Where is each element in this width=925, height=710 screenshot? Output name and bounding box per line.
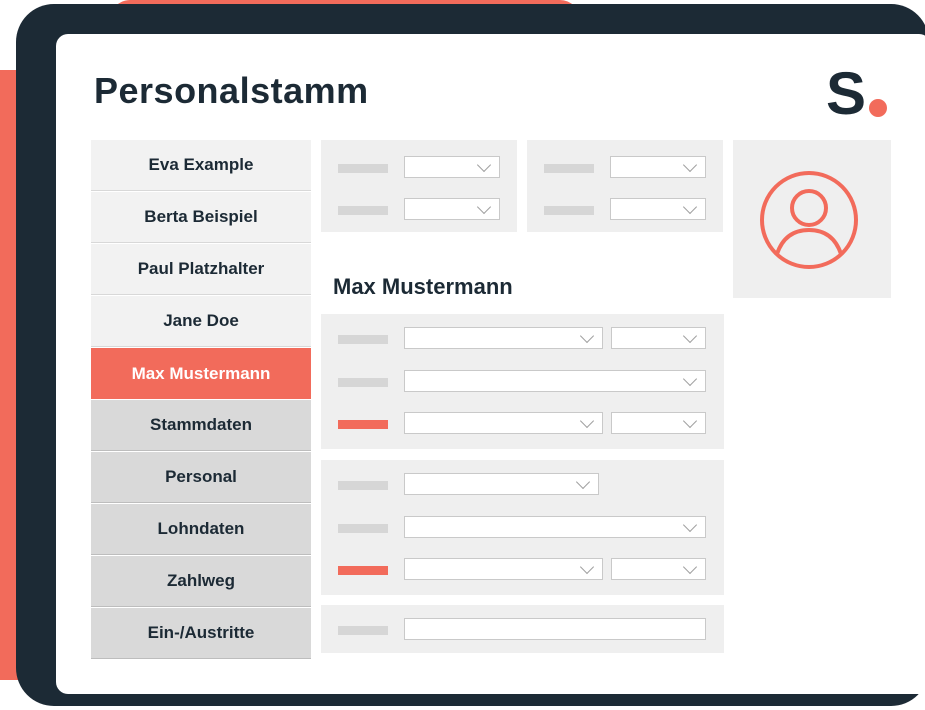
sidebar-item-ein-austritte[interactable]: Ein-/Austritte	[91, 608, 311, 659]
field-label-placeholder	[338, 481, 388, 490]
sidebar-item-label: Berta Beispiel	[144, 207, 258, 226]
form-panel-3	[321, 605, 724, 653]
brand-logo: S	[826, 54, 888, 127]
form-row	[321, 558, 724, 582]
form-row	[321, 412, 724, 436]
sidebar-item-zahlweg[interactable]: Zahlweg	[91, 556, 311, 607]
dropdown-select[interactable]	[610, 156, 706, 178]
sidebar-item-active-person[interactable]: Max Mustermann	[91, 348, 311, 399]
form-row	[321, 370, 724, 394]
field-label-highlight	[338, 566, 388, 575]
form-panel-2	[321, 460, 724, 595]
avatar	[733, 140, 891, 298]
dropdown-select[interactable]	[404, 558, 603, 580]
dropdown-select[interactable]	[611, 412, 706, 434]
sidebar-item-label: Jane Doe	[163, 311, 239, 330]
dropdown-select[interactable]	[404, 473, 599, 495]
sidebar-item-label: Lohndaten	[157, 519, 245, 538]
dropdown-select[interactable]	[404, 516, 706, 538]
filter-panel-left	[321, 140, 517, 232]
filter-row	[527, 198, 723, 222]
dropdown-select[interactable]	[610, 198, 706, 220]
field-label-placeholder	[338, 164, 388, 173]
sidebar-item-personal[interactable]: Personal	[91, 452, 311, 503]
field-label-placeholder	[338, 626, 388, 635]
app-screen: Personalstamm S Eva Example Berta Beispi…	[56, 34, 925, 694]
logo-dot	[869, 99, 888, 117]
sidebar-item-label: Max Mustermann	[131, 363, 271, 383]
dropdown-select[interactable]	[404, 370, 706, 392]
dropdown-select[interactable]	[611, 558, 706, 580]
sidebar-item-lohndaten[interactable]: Lohndaten	[91, 504, 311, 555]
sidebar-item-label: Ein-/Austritte	[147, 623, 255, 642]
field-label-highlight	[338, 420, 388, 429]
field-label-placeholder	[544, 206, 594, 215]
employee-name-heading: Max Mustermann	[333, 274, 513, 299]
chevron-down-icon	[579, 328, 595, 344]
sidebar-item-person[interactable]: Paul Platzhalter	[91, 244, 311, 295]
sidebar-item-label: Stammdaten	[149, 415, 253, 434]
dropdown-select[interactable]	[404, 412, 603, 434]
chevron-down-icon	[682, 371, 698, 387]
sidebar-item-stammdaten[interactable]: Stammdaten	[91, 400, 311, 451]
chevron-down-icon	[682, 157, 698, 173]
form-row	[321, 516, 724, 540]
dropdown-select[interactable]	[404, 327, 603, 349]
chevron-down-icon	[682, 517, 698, 533]
chevron-down-icon	[575, 474, 591, 490]
filter-row	[321, 156, 517, 180]
form-row	[321, 473, 724, 497]
sidebar-item-label: Eva Example	[148, 155, 254, 174]
form-row	[321, 327, 724, 351]
tablet-frame: Personalstamm S Eva Example Berta Beispi…	[16, 4, 925, 706]
field-label-placeholder	[544, 164, 594, 173]
form-row	[321, 618, 724, 642]
chevron-down-icon	[682, 559, 698, 575]
sidebar-item-label: Zahlweg	[166, 571, 235, 590]
sidebar-item-person[interactable]: Jane Doe	[91, 296, 311, 347]
sidebar: Eva Example Berta Beispiel Paul Platzhal…	[91, 140, 311, 660]
field-label-placeholder	[338, 206, 388, 215]
chevron-down-icon	[579, 559, 595, 575]
chevron-down-icon	[476, 199, 492, 215]
form-panel-1	[321, 314, 724, 449]
logo-letter: S	[826, 60, 867, 127]
filter-row	[527, 156, 723, 180]
field-label-placeholder	[338, 378, 388, 387]
field-label-placeholder	[338, 524, 388, 533]
user-circle-icon	[760, 171, 858, 269]
dropdown-select[interactable]	[404, 156, 500, 178]
dropdown-select[interactable]	[404, 198, 500, 220]
chevron-down-icon	[579, 413, 595, 429]
dropdown-select[interactable]	[611, 327, 706, 349]
chevron-down-icon	[682, 413, 698, 429]
text-input[interactable]	[404, 618, 706, 640]
chevron-down-icon	[476, 157, 492, 173]
chevron-down-icon	[682, 328, 698, 344]
sidebar-item-label: Personal	[165, 467, 237, 486]
filter-panel-right	[527, 140, 723, 232]
sidebar-item-person[interactable]: Eva Example	[91, 140, 311, 191]
field-label-placeholder	[338, 335, 388, 344]
chevron-down-icon	[682, 199, 698, 215]
filter-row	[321, 198, 517, 222]
sidebar-item-person[interactable]: Berta Beispiel	[91, 192, 311, 243]
sidebar-item-label: Paul Platzhalter	[137, 259, 265, 278]
page-title: Personalstamm	[94, 70, 369, 111]
